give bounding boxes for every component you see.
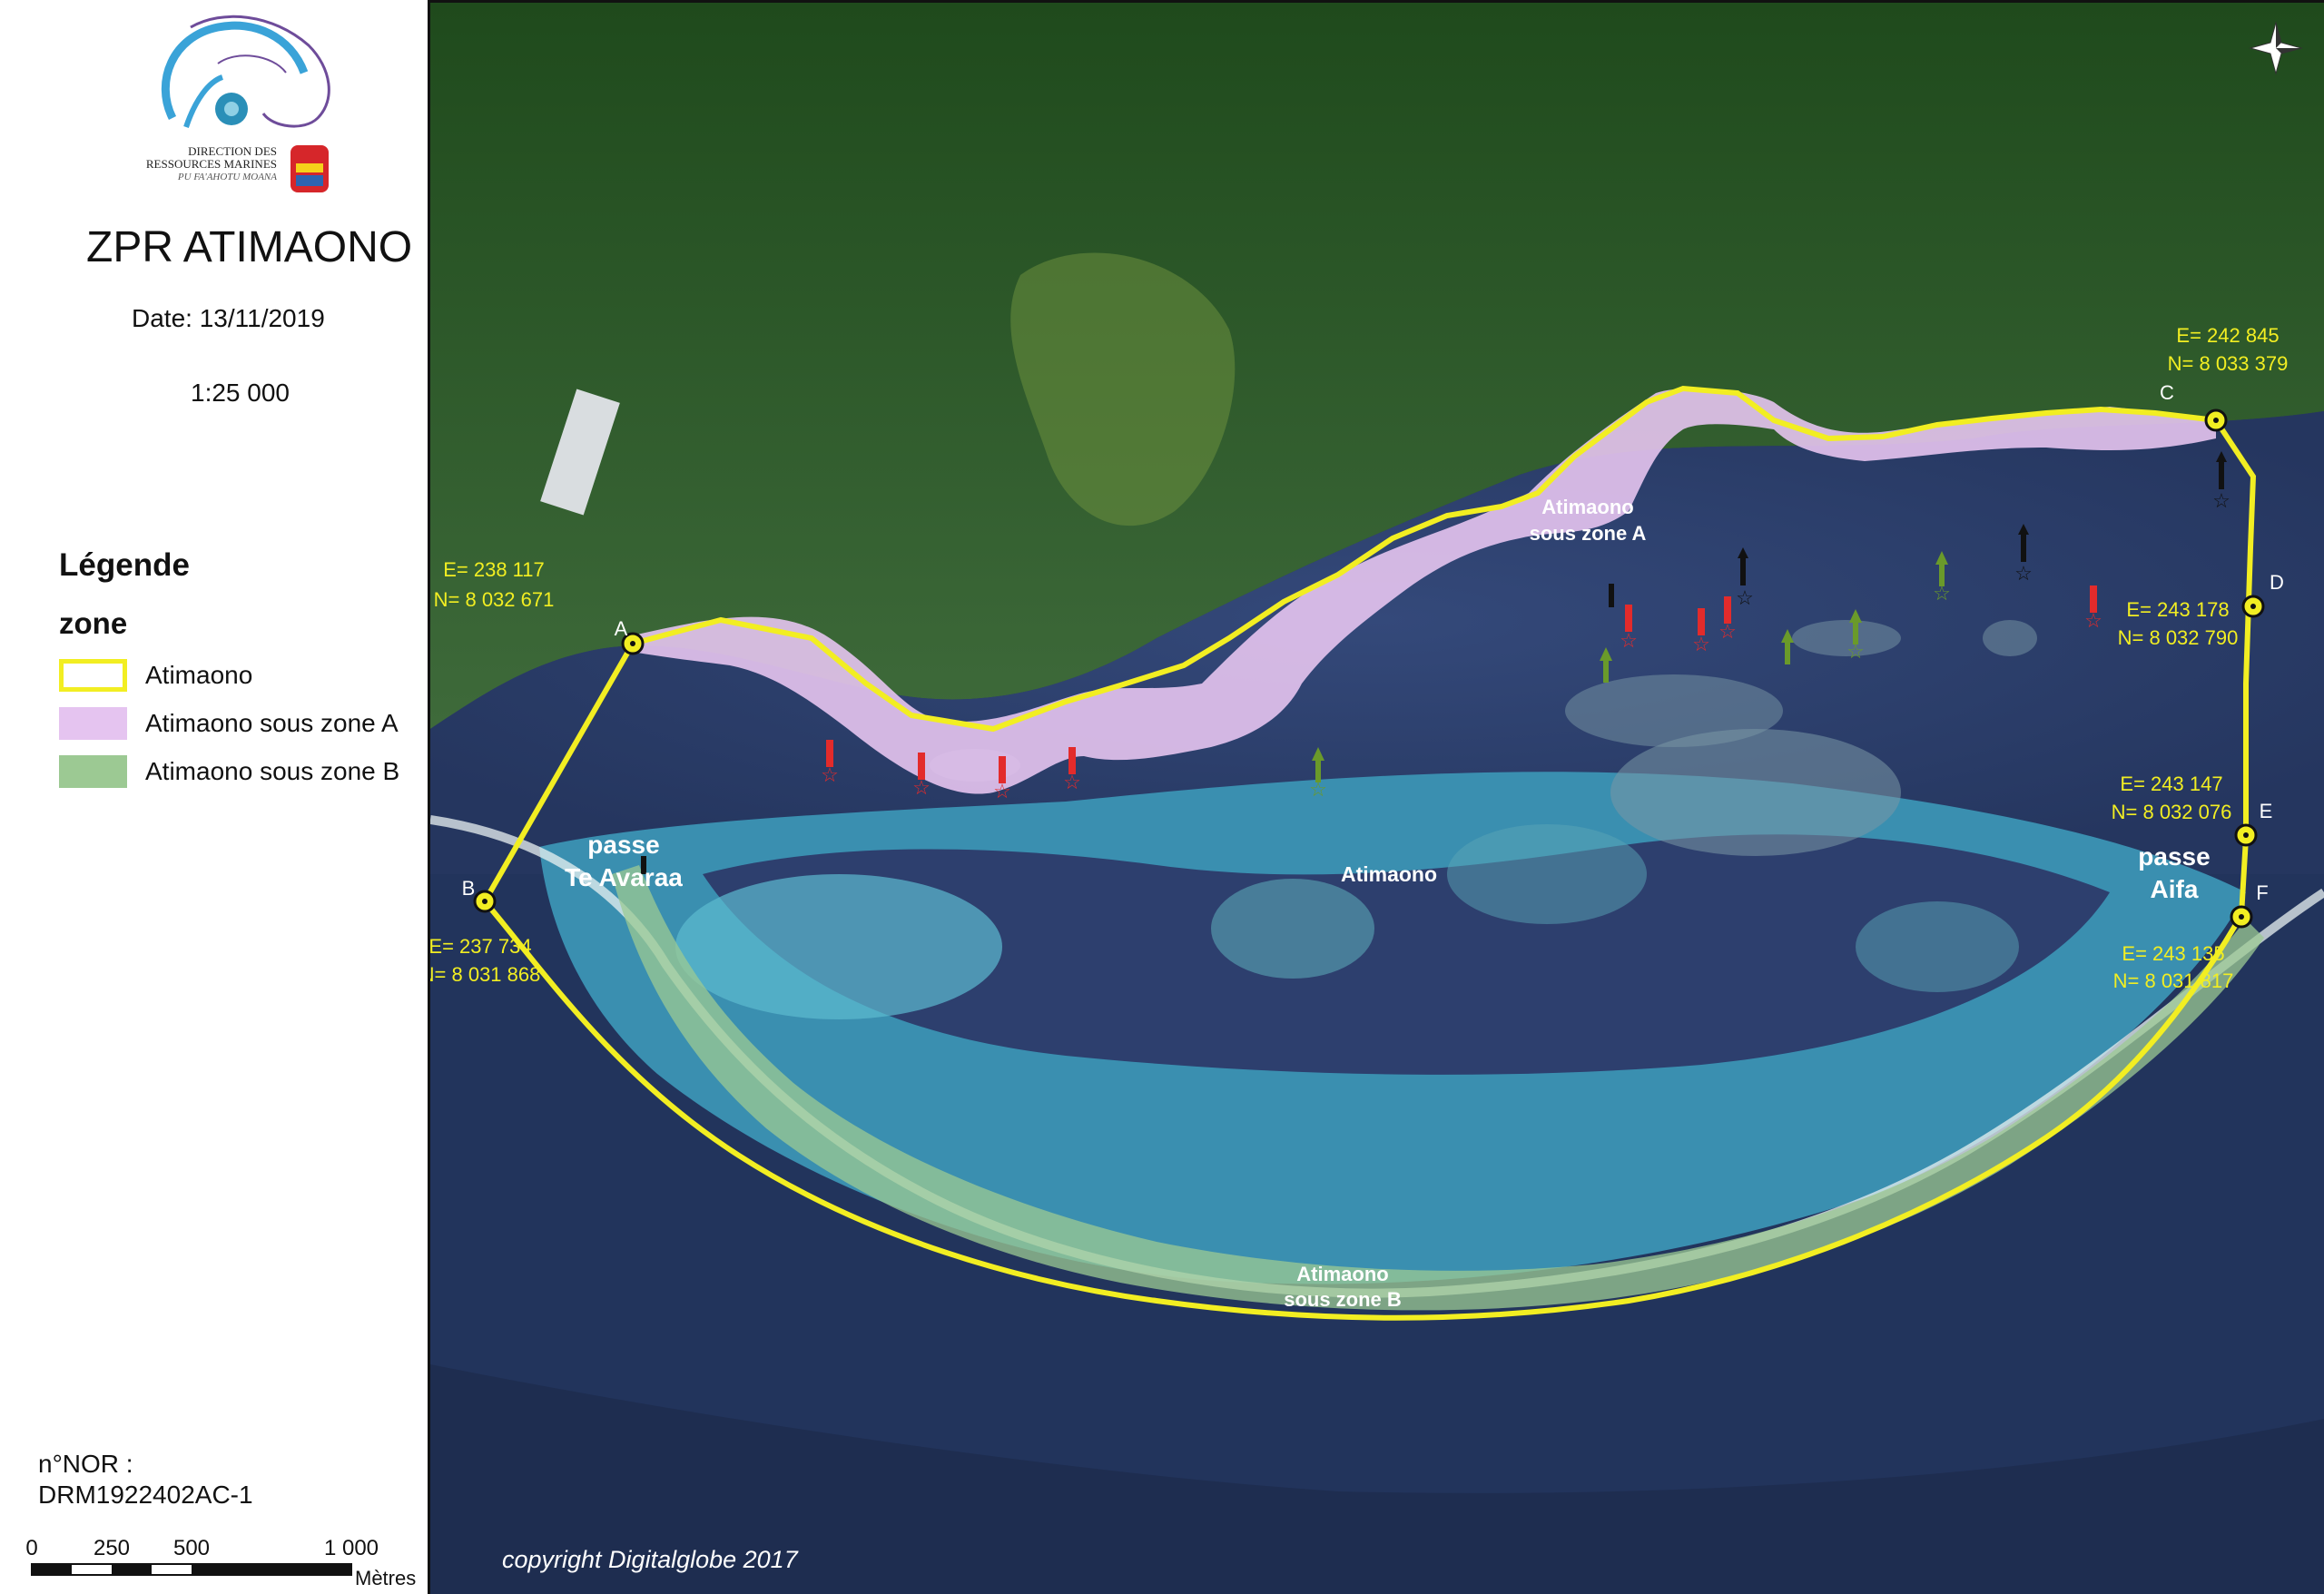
point-e-marker <box>2234 823 2258 847</box>
legend-title: Légende <box>59 547 190 583</box>
legend-item-zone-a: Atimaono sous zone A <box>59 705 399 742</box>
passe-aifa-line-2: Aifa <box>2151 875 2199 903</box>
point-c-northing: N= 8 033 379 <box>2168 352 2289 375</box>
org-line-3: PU FA'AHOTU MOANA <box>177 172 277 182</box>
point-f-northing: N= 8 031 817 <box>2113 969 2234 992</box>
reef-patch <box>675 874 1002 1019</box>
scale-tick-1000: 1 000 <box>324 1536 379 1560</box>
copyright-text: copyright Digitalglobe 2017 <box>502 1546 798 1573</box>
map-canvas: ☆ ☆ ☆ ☆ ☆ ☆ ☆ ☆ ☆ ☆ ☆ ☆ ☆ ☆ A E= 238 117 <box>430 3 2324 1594</box>
org-line-1: DIRECTION DES <box>188 144 277 158</box>
passe-te-avaraa-line-1: passe <box>587 831 659 859</box>
point-b-northing: N= 8 031 868 <box>430 963 540 986</box>
zone-a-label-line-1: Atimaono <box>1541 496 1633 518</box>
point-e-letter: E <box>2260 800 2273 822</box>
passe-aifa-line-1: passe <box>2138 842 2210 871</box>
scale-unit: Mètres <box>355 1567 416 1589</box>
legend-label: Atimaono sous zone A <box>145 709 399 737</box>
point-f-easting: E= 243 135 <box>2122 942 2224 965</box>
svg-text:☆: ☆ <box>1620 629 1638 652</box>
svg-text:☆: ☆ <box>1718 620 1737 643</box>
point-d-northing: N= 8 032 790 <box>2118 626 2239 649</box>
point-d-letter: D <box>2270 571 2284 594</box>
sidebar: DIRECTION DES RESSOURCES MARINES PU FA'A… <box>0 0 427 1594</box>
map-scale: 1:25 000 <box>191 379 290 407</box>
reef-patch <box>1983 620 2037 656</box>
svg-text:☆: ☆ <box>1736 586 1754 609</box>
map-date: Date: 13/11/2019 <box>132 304 325 332</box>
point-a-letter: A <box>615 617 628 640</box>
legend-swatch-zone-b <box>59 755 127 788</box>
nor-reference: n°NOR : DRM1922402AC-1 <box>38 1449 253 1510</box>
scale-tick-500: 500 <box>173 1536 210 1560</box>
zone-a-label-line-2: sous zone A <box>1530 522 1647 545</box>
svg-text:☆: ☆ <box>993 780 1011 802</box>
svg-text:☆: ☆ <box>821 763 839 786</box>
svg-text:☆: ☆ <box>1063 771 1081 793</box>
lagoon-label: Atimaono <box>1341 862 1437 886</box>
legend-swatch-atimaono <box>59 659 127 692</box>
svg-text:☆: ☆ <box>1933 582 1951 605</box>
point-e-northing: N= 8 032 076 <box>2112 801 2232 823</box>
legend-swatch-zone-a <box>59 707 127 740</box>
svg-text:☆: ☆ <box>1309 778 1327 801</box>
legend-item-zone-b: Atimaono sous zone B <box>59 753 399 790</box>
point-d-easting: E= 243 178 <box>2126 598 2229 621</box>
org-name: DIRECTION DES RESSOURCES MARINES PU FA'A… <box>141 145 277 183</box>
reef-patch <box>1211 879 1374 979</box>
point-c-marker <box>2204 408 2228 432</box>
svg-text:☆: ☆ <box>912 776 931 799</box>
legend-label: Atimaono <box>145 661 253 689</box>
point-f-letter: F <box>2256 881 2268 904</box>
nor-value: DRM1922402AC-1 <box>38 1481 253 1509</box>
nor-label: n°NOR : <box>38 1450 133 1478</box>
point-b-easting: E= 237 734 <box>430 935 532 958</box>
point-e-easting: E= 243 147 <box>2120 772 2222 795</box>
reef-patch <box>1610 729 1901 856</box>
zone-b-label-line-1: Atimaono <box>1296 1263 1388 1285</box>
point-d-marker <box>2241 595 2265 618</box>
legend-label: Atimaono sous zone B <box>145 757 400 785</box>
point-c-letter: C <box>2160 381 2174 404</box>
point-a-easting: E= 238 117 <box>443 558 545 581</box>
reef-patch <box>1565 674 1783 747</box>
reef-patch <box>1447 824 1647 924</box>
zone-b-label-line-2: sous zone B <box>1284 1288 1402 1311</box>
point-f-marker <box>2230 905 2253 929</box>
black-buoy-marker <box>1609 584 1614 607</box>
svg-text:☆: ☆ <box>1692 633 1710 655</box>
scale-tick-250: 250 <box>94 1536 130 1560</box>
legend-subtitle: zone <box>59 606 128 640</box>
scale-tick-0: 0 <box>25 1536 37 1560</box>
scale-bar: 0 250 500 1 000 Mètres <box>25 1536 416 1589</box>
map-title: ZPR ATIMAONO <box>86 223 413 271</box>
legend-item-atimaono: Atimaono <box>59 657 252 694</box>
point-b-letter: B <box>462 877 476 900</box>
svg-text:☆: ☆ <box>2212 489 2230 512</box>
svg-text:☆: ☆ <box>1846 640 1865 663</box>
map-frame: ☆ ☆ ☆ ☆ ☆ ☆ ☆ ☆ ☆ ☆ ☆ ☆ ☆ ☆ A E= 238 117 <box>428 0 2324 1594</box>
svg-text:☆: ☆ <box>2084 609 2102 632</box>
org-line-2: RESSOURCES MARINES <box>145 157 277 171</box>
point-b-marker <box>473 890 497 913</box>
passe-te-avaraa-line-2: Te Avaraa <box>565 863 683 891</box>
point-c-easting: E= 242 845 <box>2176 324 2279 347</box>
reef-patch <box>1856 901 2019 992</box>
point-a-northing: N= 8 032 671 <box>434 588 555 611</box>
svg-text:☆: ☆ <box>2014 562 2033 585</box>
